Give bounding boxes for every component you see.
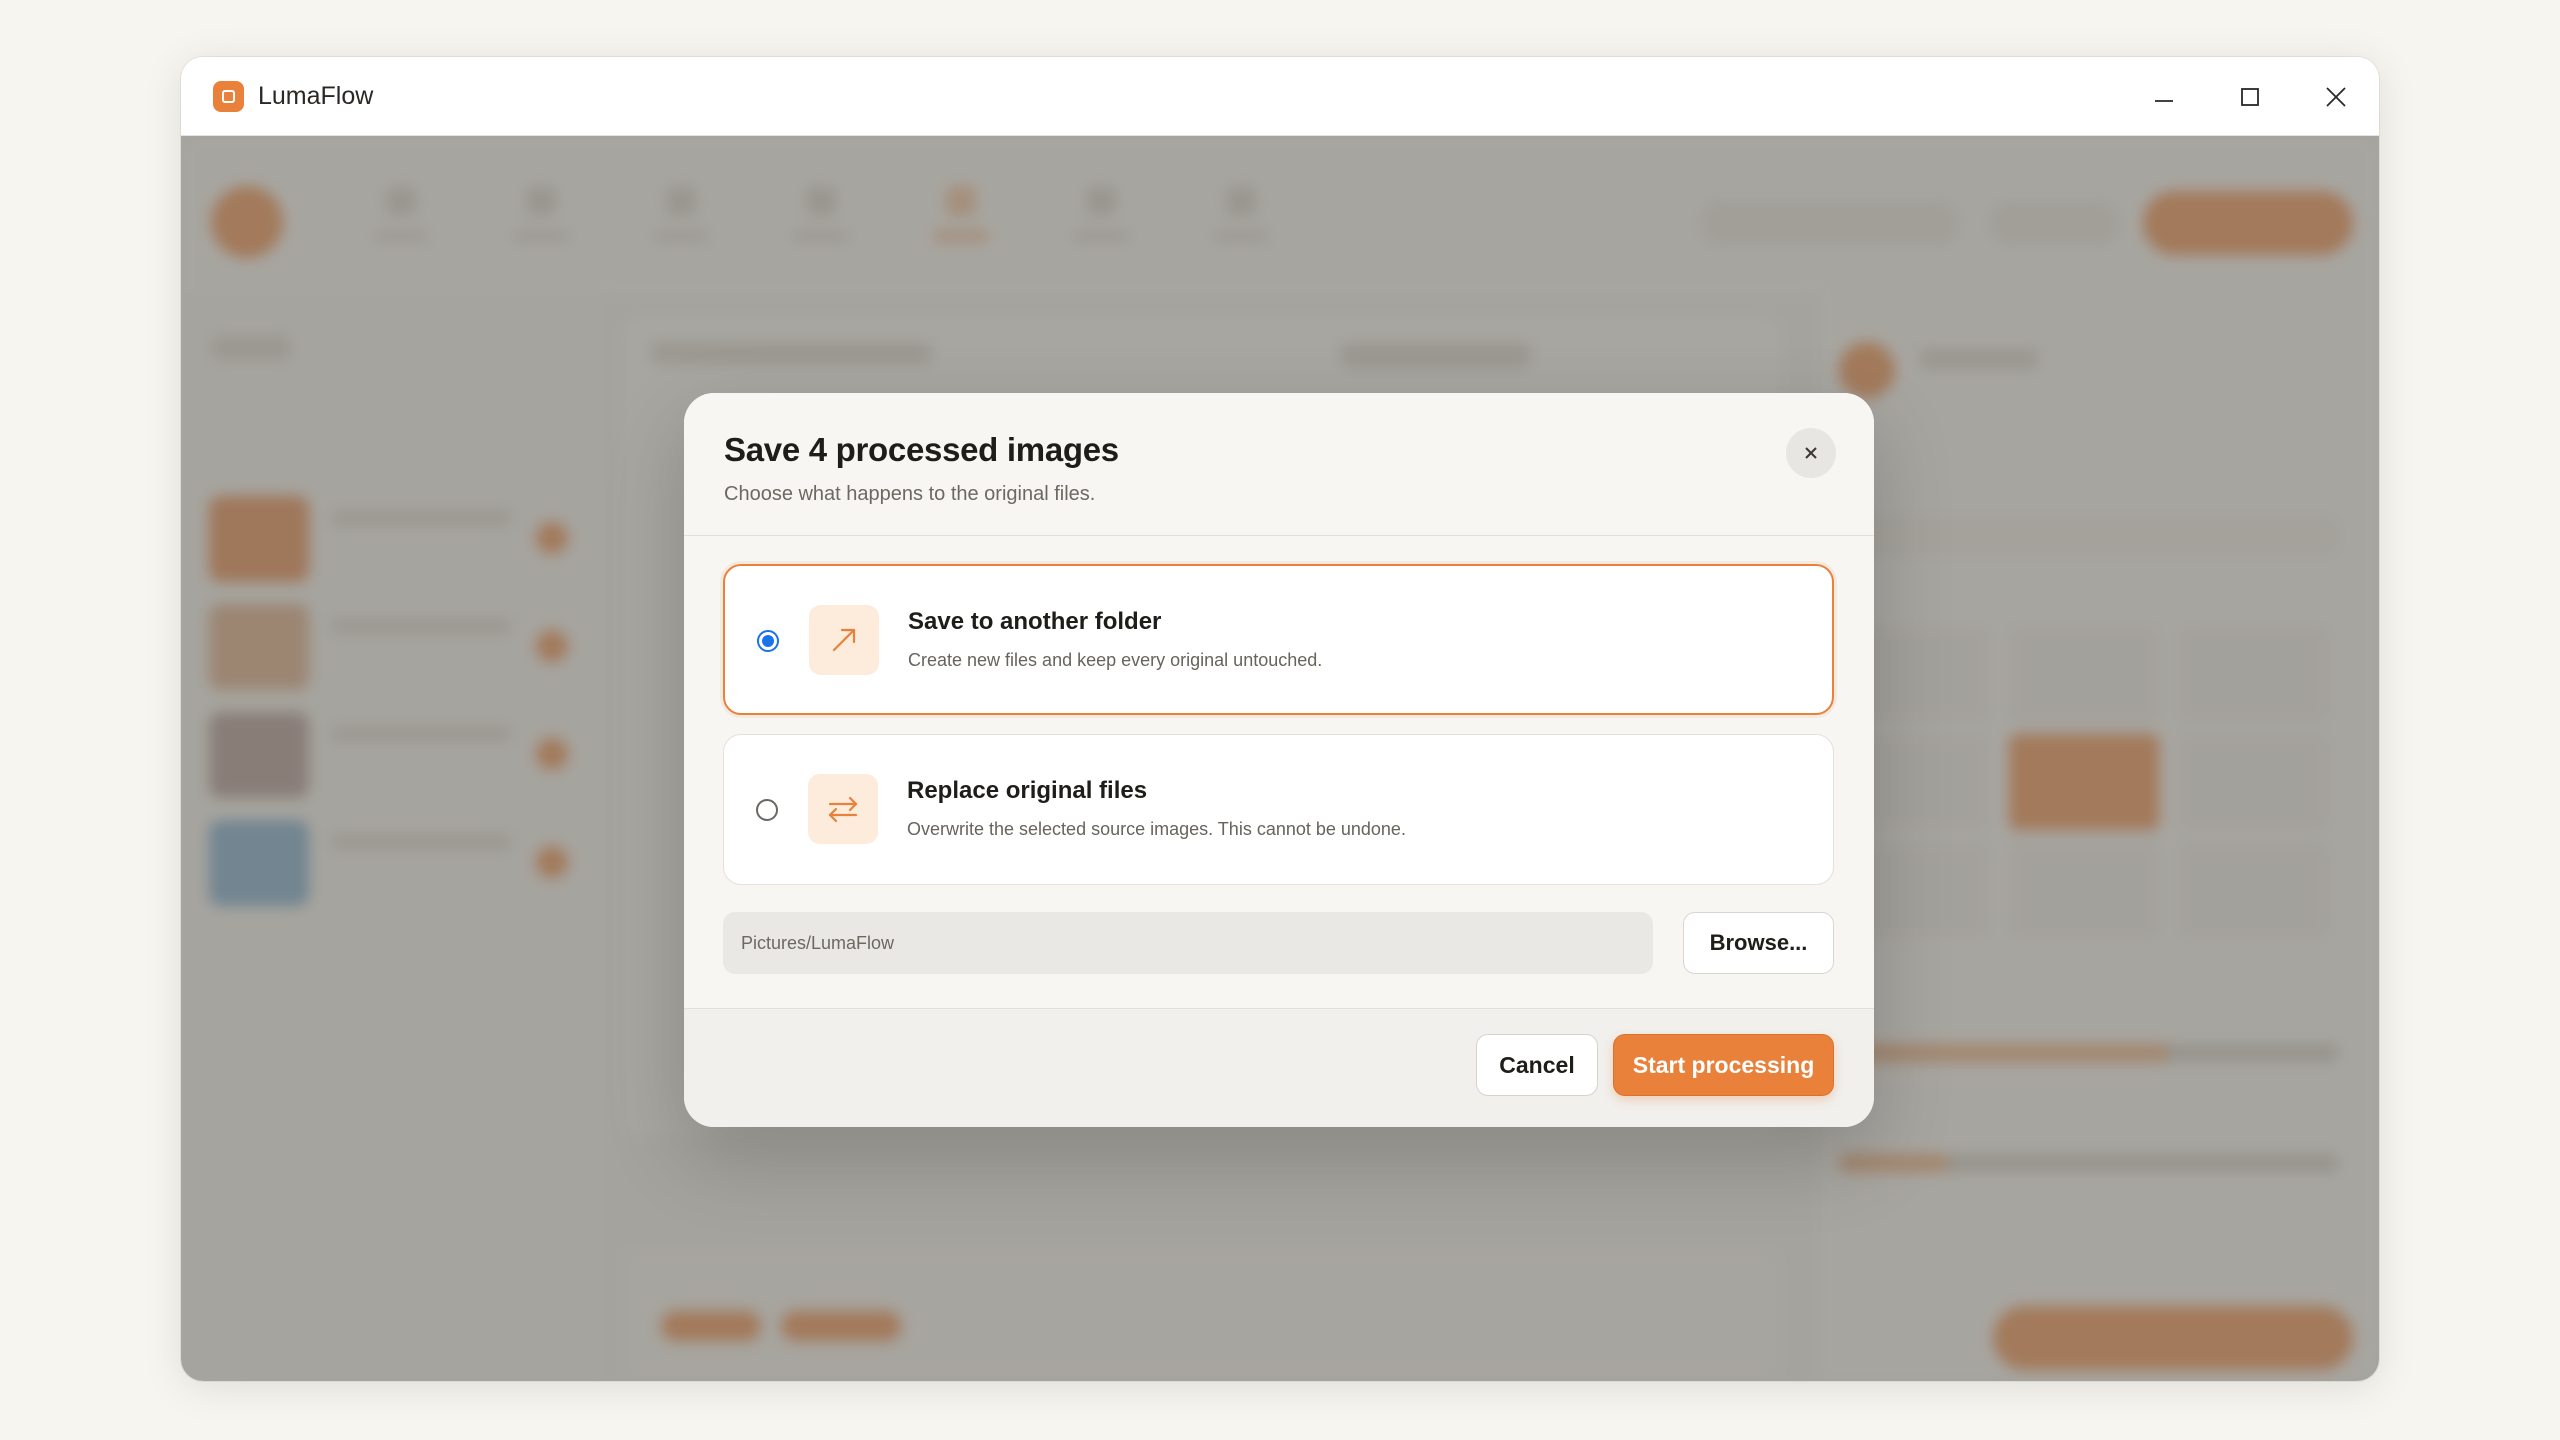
option-replace-originals[interactable]: Replace original files Overwrite the sel… — [723, 734, 1834, 885]
dialog-title: Save 4 processed images — [724, 431, 1119, 468]
dialog-close-button[interactable] — [1786, 428, 1836, 478]
minimize-button[interactable] — [2121, 57, 2207, 136]
arrow-up-right-icon — [809, 605, 879, 675]
minimize-icon — [2155, 99, 2173, 102]
app-title: LumaFlow — [258, 81, 374, 110]
destination-path-input[interactable] — [723, 912, 1653, 974]
radio-replace-originals[interactable] — [756, 799, 778, 821]
option-title: Save to another folder — [908, 608, 1162, 635]
app-logo-icon — [213, 80, 244, 112]
browse-button[interactable]: Browse... — [1683, 912, 1834, 974]
window-controls — [2121, 57, 2379, 136]
close-icon — [2326, 86, 2346, 107]
start-processing-button[interactable]: Start processing — [1613, 1034, 1834, 1096]
option-save-to-folder[interactable]: Save to another folder Create new files … — [723, 564, 1834, 715]
close-window-button[interactable] — [2293, 57, 2379, 136]
option-title: Replace original files — [907, 777, 1148, 804]
close-icon — [1805, 447, 1817, 459]
dialog-body: Save to another folder Create new files … — [684, 536, 1874, 1008]
dialog-header: Save 4 processed images Choose what happ… — [684, 393, 1874, 536]
option-description: Create new files and keep every original… — [908, 650, 1323, 670]
save-dialog: Save 4 processed images Choose what happ… — [684, 393, 1874, 1127]
maximize-button[interactable] — [2207, 57, 2293, 136]
cancel-button[interactable]: Cancel — [1476, 1034, 1598, 1096]
swap-arrows-icon — [808, 774, 878, 844]
title-bar: LumaFlow — [181, 57, 2379, 136]
dialog-subtitle: Choose what happens to the original file… — [724, 483, 1096, 505]
radio-save-to-folder[interactable] — [757, 630, 779, 652]
option-description: Overwrite the selected source images. Th… — [907, 819, 1406, 839]
dialog-footer: Cancel Start processing — [684, 1008, 1874, 1127]
maximize-icon — [2241, 87, 2259, 106]
